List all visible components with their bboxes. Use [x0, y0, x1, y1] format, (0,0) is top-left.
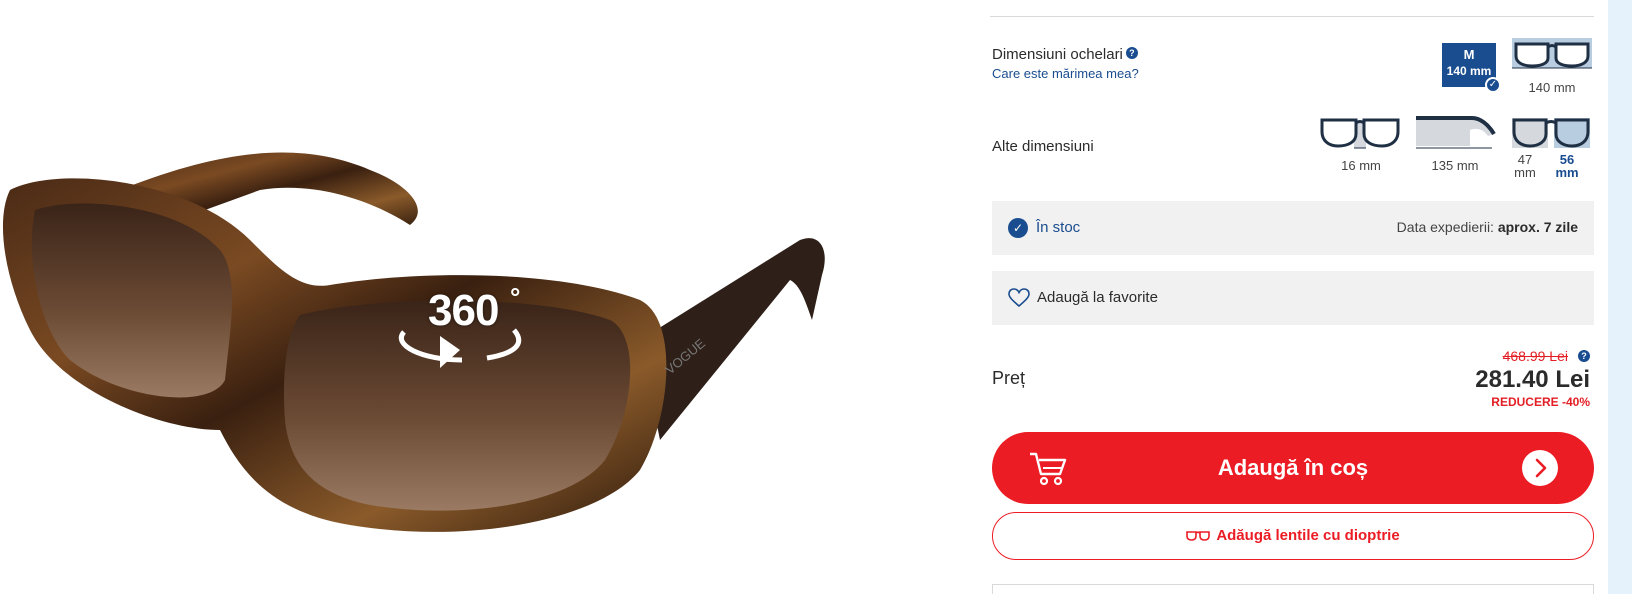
divider	[990, 16, 1594, 17]
bridge-width-caption: 16 mm	[1341, 158, 1381, 173]
size-option-m[interactable]: M 140 mm ✓	[1442, 43, 1501, 93]
add-to-cart-button[interactable]: Adaugă în coș	[992, 432, 1594, 504]
temple-length-caption: 135 mm	[1431, 158, 1479, 173]
lens-dimensions-icon	[1512, 118, 1590, 148]
shipping-date: Data expedierii: aprox. 7 zile	[1397, 219, 1578, 235]
shipping-value: aprox. 7 zile	[1497, 219, 1578, 235]
rotate-arrow-icon	[399, 328, 522, 368]
stock-status-text: În stoc	[1036, 219, 1081, 236]
price-label: Preț	[992, 368, 1026, 388]
product-page: VOGUE 360 ° Dimensiuni ochelari? Care es…	[0, 0, 1632, 594]
add-to-cart-label: Adaugă în coș	[1217, 455, 1369, 480]
frame-size-text: Dimensiuni ochelari	[992, 46, 1123, 63]
scrollbar-track[interactable]	[1608, 0, 1632, 594]
help-icon[interactable]: ?	[1125, 47, 1138, 59]
selected-check-icon: ✓	[1485, 77, 1501, 93]
heart-outline-icon	[1008, 288, 1030, 308]
add-to-favorites-button[interactable]: Adaugă la favorite	[992, 271, 1594, 325]
lens-height-unit: mm	[1514, 165, 1536, 180]
size-value: 140 mm	[1446, 64, 1492, 78]
next-section-box	[992, 584, 1594, 594]
frame-width-icon	[1512, 38, 1592, 69]
lens-height-caption: 47 mm	[1508, 153, 1542, 179]
lens-width-unit: mm	[1555, 165, 1579, 180]
bridge-width-icon	[1320, 118, 1400, 149]
frame-size-label: Dimensiuni ochelari?	[992, 46, 1138, 63]
favorites-label: Adaugă la favorite	[1037, 289, 1158, 306]
frame-width-caption: 140 mm	[1528, 80, 1576, 95]
add-prescription-lenses-button[interactable]: Adăugă lentile cu dioptrie	[992, 512, 1594, 560]
product-details-panel: Dimensiuni ochelari? Care este mărimea m…	[990, 0, 1594, 594]
shipping-label: Data expedierii:	[1396, 219, 1494, 235]
in-stock-check-icon: ✓	[1008, 218, 1028, 238]
discount-badge: REDUCERE -40%	[1491, 395, 1590, 409]
size-guide-link[interactable]: Care este mărimea mea?	[992, 66, 1139, 81]
other-sizes-label: Alte dimensiuni	[992, 138, 1094, 155]
chevron-right-icon	[1522, 450, 1558, 486]
old-price: 468.99 Lei	[1502, 348, 1568, 364]
glasses-icon	[1186, 531, 1211, 541]
add-lenses-label: Adăugă lentile cu dioptrie	[1216, 527, 1400, 544]
product-image[interactable]: VOGUE 360 °	[0, 0, 880, 594]
price-help-icon[interactable]: ?	[1578, 350, 1590, 362]
rotate-360-badge[interactable]: 360 °	[392, 282, 542, 390]
lens-width-caption: 56 mm	[1550, 153, 1584, 179]
add-lenses-content: Adăugă lentile cu dioptrie	[993, 527, 1593, 544]
stock-status-box: ✓ În stoc Data expedierii: aprox. 7 zile	[992, 201, 1594, 255]
temple-length-icon	[1416, 116, 1496, 149]
size-code: M	[1463, 47, 1475, 62]
current-price: 281.40 Lei	[1475, 366, 1590, 393]
